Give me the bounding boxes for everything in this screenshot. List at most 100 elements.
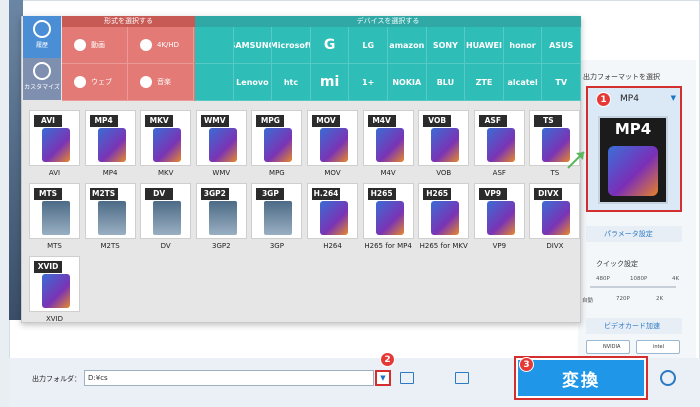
device-category-16[interactable]: BLU (426, 64, 466, 101)
category-icon (140, 76, 152, 88)
format-name: TS (550, 169, 560, 177)
device-category-19[interactable]: TV (542, 64, 581, 101)
format-tile-vp9[interactable]: VP9 (473, 183, 525, 239)
device-category-2[interactable]: Microsoft (272, 27, 311, 64)
format-category-label: 動画 (91, 41, 105, 49)
output-format-title: 出力フォーマットを選択 (583, 73, 660, 81)
format-category-3[interactable]: 音楽 (128, 64, 194, 101)
format-tile-dv[interactable]: DV (140, 183, 192, 239)
device-category-8[interactable]: honor (503, 27, 543, 64)
nvidia-toggle[interactable]: NVIDIA (586, 340, 630, 354)
folder-dropdown-button[interactable]: ▼ (375, 370, 391, 386)
format-icon (153, 201, 182, 235)
format-tag: H265 (423, 188, 452, 200)
scale-auto: 自動 (582, 298, 594, 304)
format-tile-mts[interactable]: MTS (29, 183, 80, 239)
clock-icon (33, 20, 51, 38)
device-category-6[interactable]: SONY (426, 27, 466, 64)
format-tile-h264[interactable]: H.264 (307, 183, 358, 239)
format-tag: MPG (256, 115, 285, 127)
device-category-14[interactable]: 1+ (349, 64, 388, 101)
format-tile-mp4[interactable]: MP4 (84, 110, 136, 166)
device-category-12[interactable]: htc (272, 64, 311, 101)
device-category-18[interactable]: alcatel (503, 64, 543, 101)
format-category-0[interactable]: 動画 (62, 27, 128, 64)
format-tile-h265-for-mkv[interactable]: H265 (418, 183, 470, 239)
device-category-13[interactable]: mi (310, 64, 350, 101)
parameter-settings-button[interactable]: パラメータ設定 (586, 226, 682, 242)
format-tile-avi[interactable]: AVI (29, 110, 80, 166)
format-tile-m2ts[interactable]: M2TS (84, 183, 136, 239)
open-folder-icon[interactable] (400, 372, 414, 384)
format-name: MOV (324, 169, 341, 177)
format-icon (375, 201, 404, 235)
device-category-5[interactable]: amazon (388, 27, 427, 64)
scale-480p: 480P (596, 276, 610, 282)
format-tile-mpg[interactable]: MPG (251, 110, 303, 166)
device-category-3[interactable]: G (310, 27, 350, 64)
format-icon (375, 128, 404, 162)
format-name: 3GP (269, 242, 284, 250)
format-tile-divx[interactable]: DIVX (529, 183, 581, 239)
device-category-7[interactable]: HUAWEI (465, 27, 504, 64)
device-category-11[interactable]: Lenovo (233, 64, 273, 101)
intel-toggle[interactable]: intel (636, 340, 680, 354)
output-folder-icon[interactable] (455, 372, 469, 384)
format-icon (320, 128, 348, 162)
convert-label: 変換 (518, 360, 644, 396)
format-tile-m4v[interactable]: M4V (362, 110, 414, 166)
green-arrow-icon (567, 151, 585, 169)
format-icon (42, 128, 70, 162)
device-category-1[interactable]: SAMSUNG (233, 27, 273, 64)
alarm-clock-icon[interactable] (660, 370, 676, 386)
format-tag: MKV (145, 115, 174, 127)
gpu-acceleration-button[interactable]: ビデオカード加速 (586, 318, 682, 334)
format-icon (264, 128, 293, 162)
quality-slider[interactable] (590, 286, 676, 288)
format-tile-3gp[interactable]: 3GP (251, 183, 303, 239)
format-tile-h265-for-mp4[interactable]: H265 (362, 183, 414, 239)
category-icon (74, 39, 86, 51)
format-name: MP4 (102, 169, 118, 177)
format-tag: 3GP (256, 188, 285, 200)
format-name: H264 (323, 242, 342, 250)
format-tag: TS (534, 115, 563, 127)
format-tile-3gp2[interactable]: 3GP2 (195, 183, 247, 239)
format-tile-mov[interactable]: MOV (307, 110, 358, 166)
format-tile-mkv[interactable]: MKV (140, 110, 192, 166)
format-tag: ASF (478, 115, 507, 127)
format-tag: H.264 (312, 188, 340, 200)
mp4-icon-label: MP4 (614, 120, 652, 138)
device-category-4[interactable]: LG (349, 27, 388, 64)
format-category-1[interactable]: 4K/HD (128, 27, 194, 64)
format-name: XVID (45, 315, 64, 323)
format-icon (264, 201, 293, 235)
category-icon (74, 76, 86, 88)
convert-button[interactable]: 変換 (514, 356, 648, 400)
format-category-label: 音楽 (157, 78, 171, 86)
device-category-15[interactable]: NOKIA (388, 64, 427, 101)
history-tab[interactable]: 履歴 (23, 16, 61, 58)
format-tag: MTS (34, 188, 62, 200)
scale-2k: 2K (656, 296, 664, 302)
quick-setting-label: クイック設定 (596, 260, 638, 268)
format-icon (320, 201, 348, 235)
device-category-9[interactable]: ASUS (542, 27, 581, 64)
format-name: M4V (380, 169, 396, 177)
format-tile-wmv[interactable]: WMV (195, 110, 247, 166)
format-icon (42, 274, 70, 308)
format-category-2[interactable]: ウェブ (62, 64, 128, 101)
output-folder-input[interactable]: D:¥cs (84, 370, 374, 386)
device-category-10[interactable] (195, 64, 234, 101)
customize-tab[interactable]: カスタマイズ (23, 58, 61, 100)
format-tile-xvid[interactable]: XVID (29, 256, 80, 312)
step-badge-2: 2 (380, 352, 395, 367)
step-badge-1: 1 (596, 92, 611, 107)
device-category-0[interactable] (195, 27, 234, 64)
format-category-label: ウェブ (91, 78, 112, 86)
format-name: MTS (47, 242, 62, 250)
device-category-17[interactable]: ZTE (465, 64, 504, 101)
format-tile-vob[interactable]: VOB (418, 110, 470, 166)
format-name: 3GP2 (212, 242, 231, 250)
format-tile-asf[interactable]: ASF (473, 110, 525, 166)
